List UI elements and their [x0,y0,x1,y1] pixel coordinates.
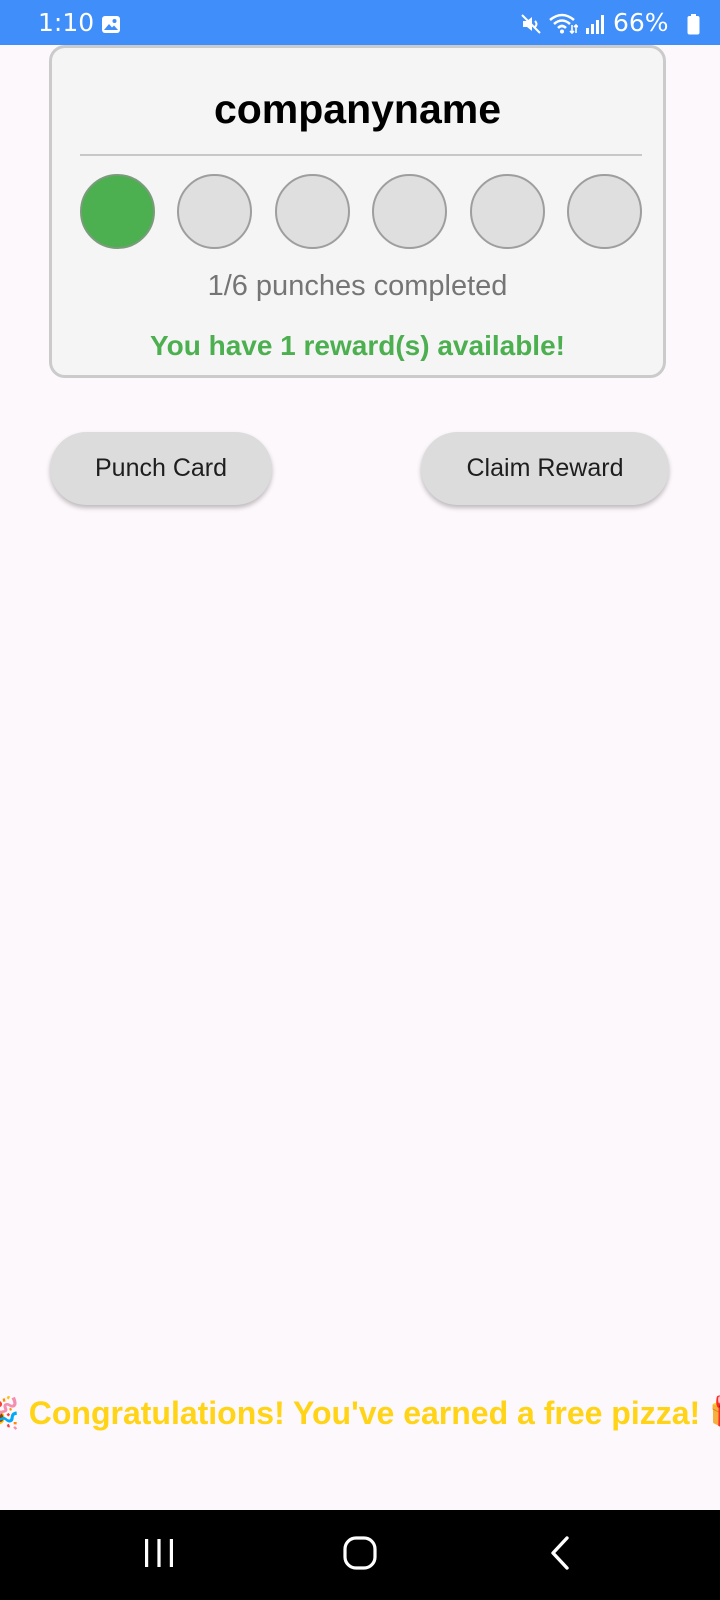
battery-icon [687,14,700,35]
punch-card-button[interactable]: Punch Card [50,432,272,505]
punch-circle-empty [275,174,350,249]
wifi-icon [549,13,578,35]
status-bar: 1:10 66% [0,0,720,45]
company-name: companyname [213,86,502,132]
recent-apps-icon[interactable] [142,1536,176,1570]
claim-reward-button[interactable]: Claim Reward [421,432,669,505]
punch-row [80,174,642,249]
reward-available-text: You have 1 reward(s) available! [150,330,565,361]
punch-circle-empty [567,174,642,249]
punch-circle-filled [80,174,155,249]
home-icon[interactable] [342,1535,378,1571]
navigation-bar [0,1510,720,1600]
card-divider [80,154,642,156]
punch-circle-empty [372,174,447,249]
back-icon[interactable] [548,1534,572,1572]
status-time: 1:10 [38,8,95,37]
battery-percentage: 66% [613,8,669,37]
gallery-icon [102,16,120,33]
punch-card: companyname 1/6 punches completed You ha… [49,45,666,378]
status-icons: 66% [500,0,720,45]
signal-icon [586,15,604,34]
mute-icon [521,14,541,34]
progress-text: 1/6 punches completed [207,270,508,302]
punch-circle-empty [177,174,252,249]
congratulations-message: 🎉 Congratulations! You've earned a free … [0,1395,720,1431]
punch-circle-empty [470,174,545,249]
